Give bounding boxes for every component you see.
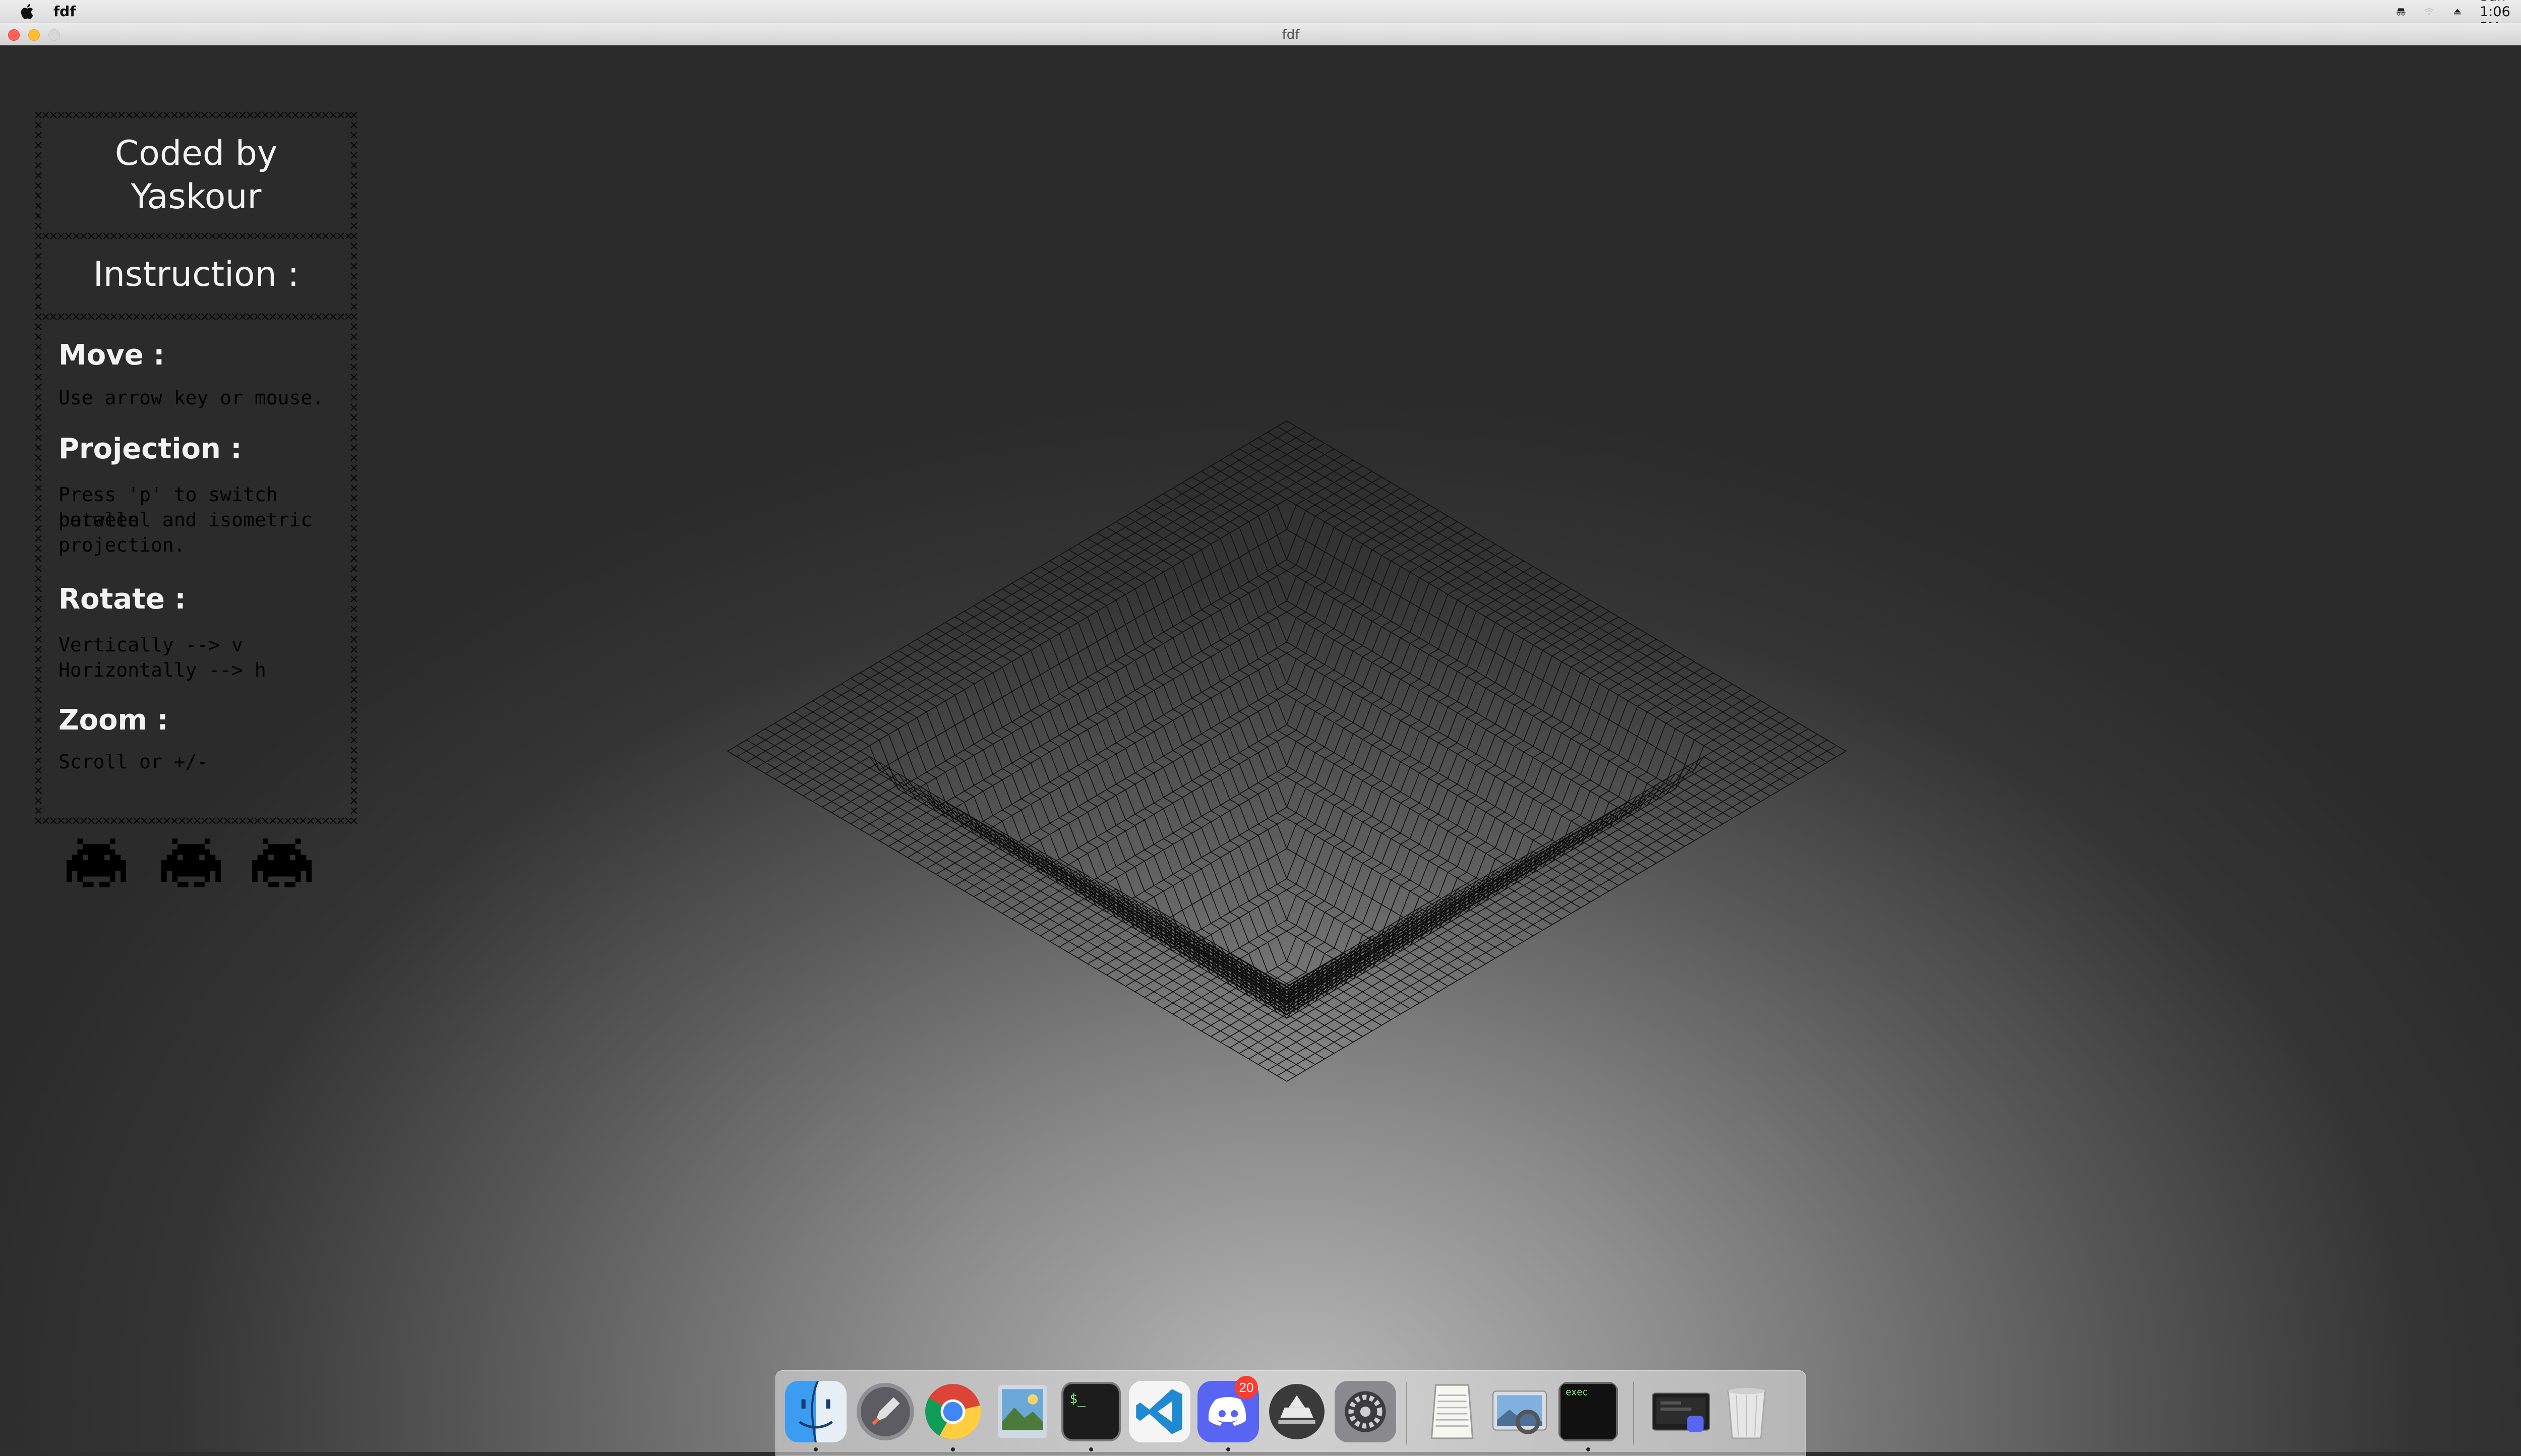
panel-title-line2: Yaskour: [131, 177, 262, 217]
launchpad-icon[interactable]: [855, 1381, 916, 1442]
finder-icon[interactable]: [785, 1381, 847, 1442]
move-text: Use arrow key or mouse.: [58, 387, 324, 409]
textedit-icon[interactable]: [1421, 1381, 1483, 1442]
zoom-heading: Zoom :: [58, 704, 168, 737]
wireframe-map: [727, 420, 1846, 1082]
wireframe-mesh: [727, 420, 1846, 1082]
running-indicator: [1089, 1447, 1093, 1451]
status-area: Sun 1:06 PM: [2395, 0, 2521, 35]
chrome-icon[interactable]: [922, 1381, 984, 1442]
dock-separator: [1406, 1382, 1407, 1444]
dock: $_ 20 exec: [775, 1370, 1806, 1456]
running-indicator: [814, 1447, 818, 1451]
running-indicator: [1586, 1447, 1590, 1451]
alfred-icon[interactable]: [1266, 1381, 1328, 1442]
discord-badge: 20: [1235, 1376, 1258, 1399]
system-preferences-icon[interactable]: [1335, 1381, 1396, 1442]
instruction-panel: Coded by Yaskour Instruction : Move : Us…: [34, 111, 358, 827]
dock-separator: [1633, 1382, 1634, 1444]
image-viewer-icon[interactable]: [1489, 1381, 1550, 1442]
exec-icon[interactable]: exec: [1557, 1381, 1619, 1442]
rotate-text-1: Vertically --> v: [58, 634, 244, 656]
panel-instruction-heading: Instruction :: [93, 255, 299, 294]
terminal-icon[interactable]: $_: [1060, 1381, 1122, 1442]
menu-bar: fdf Sun 1:06 PM: [0, 0, 2521, 35]
rotate-text-2: Horizontally --> h: [58, 659, 266, 681]
app-menu-name[interactable]: fdf: [53, 3, 76, 20]
running-indicator: [951, 1447, 955, 1451]
vscode-icon[interactable]: [1129, 1381, 1190, 1442]
zoom-text: Scroll or +/-: [58, 751, 209, 773]
exec-label: exec: [1566, 1387, 1588, 1398]
projection-text-2: parallel and isometric: [58, 509, 313, 531]
space-invader-icon: [161, 838, 221, 887]
wifi-icon[interactable]: [2424, 7, 2435, 16]
move-heading: Move :: [58, 339, 165, 372]
apple-icon[interactable]: [19, 2, 36, 22]
trash-icon[interactable]: [1716, 1381, 1777, 1442]
fdf-canvas[interactable]: Coded by Yaskour Instruction : Move : Us…: [0, 45, 2521, 1452]
incognito-icon[interactable]: [2395, 7, 2407, 16]
projection-text-3: projection.: [58, 534, 186, 556]
projection-heading: Projection :: [58, 433, 242, 465]
svg-text:$_: $_: [1069, 1391, 1086, 1407]
window-title: fdf: [1282, 27, 1300, 42]
eject-icon[interactable]: [2452, 7, 2463, 16]
panel-title-line1: Coded by: [114, 134, 278, 173]
space-invader-icon: [252, 838, 312, 887]
rotate-heading: Rotate :: [58, 583, 186, 616]
window-title-bar[interactable]: fdf: [0, 23, 2521, 45]
preview-icon[interactable]: [992, 1381, 1053, 1442]
space-invader-icon: [67, 838, 126, 887]
screenshot-icon[interactable]: [1650, 1381, 1712, 1442]
running-indicator: [1226, 1447, 1230, 1451]
